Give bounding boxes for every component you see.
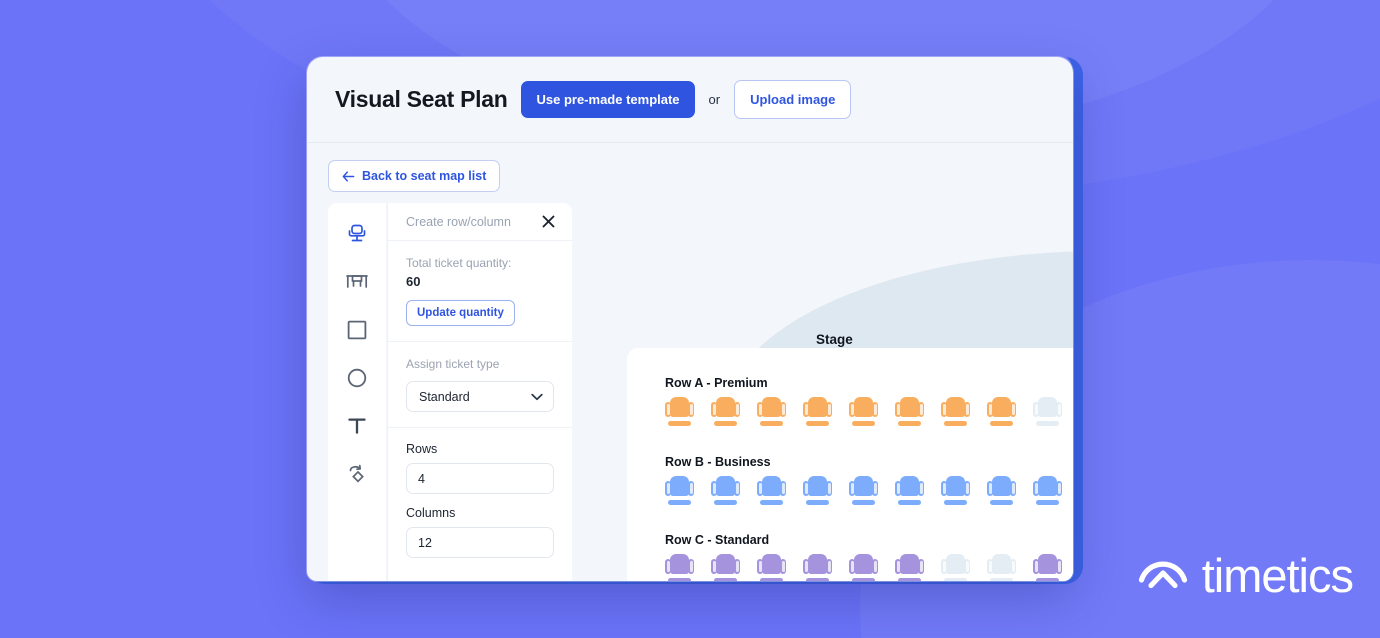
properties-panel: Create row/column Total ticket quantity:… [387, 203, 572, 581]
seat[interactable] [665, 554, 694, 581]
seat[interactable] [895, 397, 924, 428]
timetics-mark-icon [1137, 547, 1189, 604]
columns-input[interactable] [406, 527, 554, 559]
seat[interactable] [849, 397, 878, 428]
seat-row: Row A - Premium [665, 376, 1062, 428]
seat[interactable] [665, 476, 694, 507]
seat[interactable] [1033, 554, 1062, 581]
close-icon[interactable] [539, 213, 557, 231]
seat[interactable] [803, 476, 832, 507]
seat[interactable] [849, 476, 878, 507]
circle-icon-tool[interactable] [339, 361, 375, 394]
seat[interactable] [757, 397, 786, 428]
total-quantity-label: Total ticket quantity: [406, 256, 512, 270]
seat[interactable] [987, 397, 1016, 428]
seat[interactable] [803, 554, 832, 581]
seat[interactable] [803, 397, 832, 428]
seat-icon [346, 223, 368, 245]
chevron-down-icon [531, 388, 543, 406]
total-quantity-value: 60 [406, 274, 421, 290]
seat[interactable] [895, 554, 924, 581]
seat[interactable] [711, 476, 740, 507]
rows-input[interactable] [406, 463, 554, 495]
seat-disabled [1033, 397, 1062, 428]
tool-rail [328, 203, 386, 581]
app-card: Visual Seat Plan Use pre-made template o… [307, 57, 1073, 581]
app-body: Back to seat map list Stage Create row/c… [307, 143, 1073, 581]
seat-row: Row B - Business [665, 455, 1062, 507]
seat[interactable] [1033, 476, 1062, 507]
assign-ticket-type-label: Assign ticket type [406, 357, 500, 372]
seat[interactable] [895, 476, 924, 507]
stage-label: Stage [816, 332, 853, 347]
circle-icon [347, 368, 367, 388]
total-quantity-section: Total ticket quantity: 60 Update quantit… [388, 241, 572, 343]
rows-label: Rows [406, 442, 438, 457]
properties-panel-header: Create row/column [388, 203, 572, 241]
seat[interactable] [757, 476, 786, 507]
shape-icon-tool[interactable] [339, 457, 375, 490]
back-to-seat-map-list-button[interactable]: Back to seat map list [328, 160, 501, 192]
seat-disabled [987, 554, 1016, 581]
square-icon-tool[interactable] [339, 313, 375, 346]
row-icon [345, 273, 369, 291]
app-header: Visual Seat Plan Use pre-made template o… [307, 57, 1073, 143]
back-row: Back to seat map list [307, 143, 1073, 192]
seat[interactable] [941, 397, 970, 428]
seat[interactable] [711, 397, 740, 428]
seat-strip [665, 476, 1062, 507]
brand-logo: timetics [1137, 547, 1354, 604]
text-icon-tool[interactable] [339, 409, 375, 442]
arrow-left-icon [342, 170, 355, 182]
update-quantity-button[interactable]: Update quantity [406, 300, 515, 327]
seat[interactable] [711, 554, 740, 581]
columns-label: Columns [406, 506, 456, 521]
rows-columns-section: Rows Columns [388, 428, 572, 559]
seat[interactable] [665, 397, 694, 428]
seat-map-canvas[interactable]: Row A - Premium Row B - Business Row C - S… [627, 348, 1073, 581]
assign-ticket-type-section: Assign ticket type Standard [388, 342, 572, 429]
rows-block: Rows [406, 442, 554, 495]
seat-disabled [941, 554, 970, 581]
seat-row-label: Row C - Standard [665, 533, 770, 547]
seat-strip [665, 554, 1062, 581]
seat-row: Row C - Standard [665, 533, 1062, 581]
use-premade-template-button[interactable]: Use pre-made template [521, 81, 695, 118]
row-icon-tool[interactable] [339, 265, 375, 298]
upload-image-button[interactable]: Upload image [734, 80, 852, 119]
seat-icon-tool[interactable] [339, 217, 375, 250]
square-icon [347, 320, 367, 340]
seat[interactable] [941, 476, 970, 507]
page-title: Visual Seat Plan [335, 86, 508, 112]
seat[interactable] [849, 554, 878, 581]
seat-strip [665, 397, 1062, 428]
seat[interactable] [757, 554, 786, 581]
text-icon [347, 416, 367, 436]
brand-logo-text: timetics [1201, 549, 1354, 602]
or-separator-label: or [708, 92, 721, 107]
ticket-type-select[interactable]: Standard [406, 381, 554, 413]
seat[interactable] [987, 476, 1016, 507]
properties-panel-title: Create row/column [406, 214, 511, 229]
shape-icon [346, 463, 368, 485]
columns-block: Columns [406, 506, 554, 559]
seat-row-label: Row B - Business [665, 455, 771, 469]
seat-row-label: Row A - Premium [665, 376, 768, 390]
ticket-type-selected-value: Standard [419, 389, 470, 404]
back-button-label: Back to seat map list [362, 169, 487, 183]
